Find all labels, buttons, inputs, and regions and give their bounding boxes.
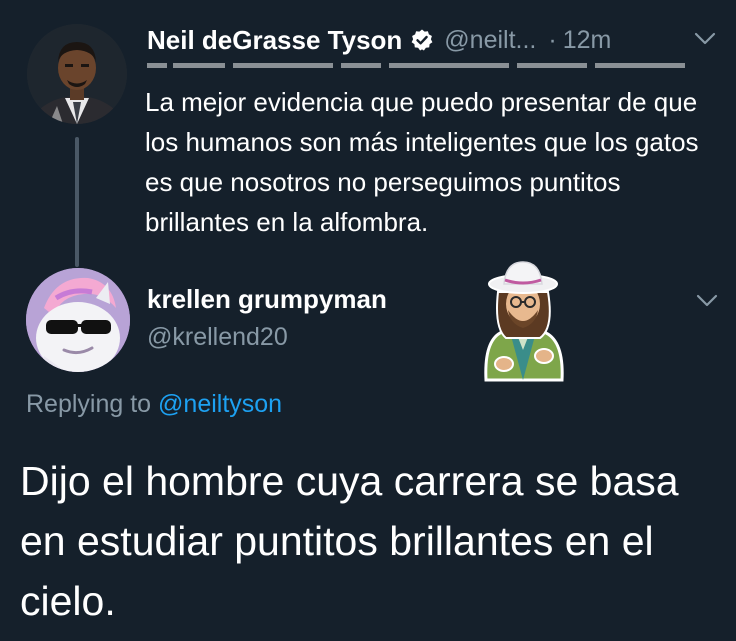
person-avatar-image	[27, 24, 127, 124]
original-tweet-text: La mejor evidencia que puedo presentar d…	[145, 87, 699, 237]
avatar-krellen-grumpyman[interactable]	[26, 268, 130, 372]
thread-connector-line	[75, 137, 79, 267]
replying-to-line: Replying to @neiltyson	[26, 390, 282, 419]
replying-to-label: Replying to	[26, 390, 152, 418]
separator-dot: ·	[548, 25, 557, 54]
avatar-neil-degrasse-tyson[interactable]	[27, 24, 127, 124]
chevron-down-icon[interactable]	[694, 32, 716, 46]
original-tweet-header: Neil deGrasse Tyson @neilt... · 12m	[147, 22, 611, 58]
tweet-timestamp[interactable]: 12m	[563, 26, 612, 55]
replying-to-mention-link[interactable]: @neiltyson	[158, 390, 282, 418]
reply-author-display-name[interactable]: krellen grumpyman	[147, 284, 387, 315]
reply-author-handle[interactable]: @krellend20	[147, 323, 288, 352]
chevron-down-icon[interactable]	[696, 294, 718, 308]
cartoon-man-sticker	[484, 261, 564, 382]
author-handle[interactable]: @neilt...	[444, 26, 536, 55]
reply-tweet-text: Dijo el hombre cuya carrera se basa en e…	[20, 458, 679, 624]
cropped-text-fragment	[147, 61, 692, 75]
verified-badge-icon	[410, 28, 434, 52]
author-display-name[interactable]: Neil deGrasse Tyson	[147, 25, 402, 56]
pony-avatar-image	[26, 268, 130, 372]
